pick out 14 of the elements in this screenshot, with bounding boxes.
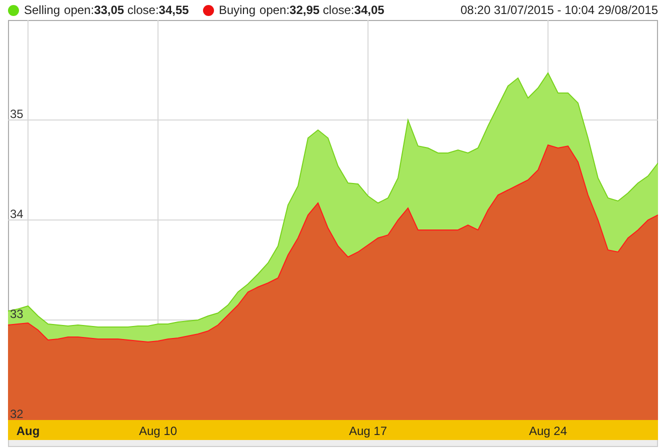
y-tick-label: 32 — [10, 407, 24, 421]
legend-values: open:33,05 close:34,55 — [64, 3, 189, 17]
y-tick-label: 35 — [10, 107, 24, 121]
y-tick-label: 33 — [10, 307, 24, 321]
series-name[interactable]: Buying — [218, 3, 256, 17]
navigator-bar[interactable] — [8, 440, 658, 447]
x-tick-label: Aug — [16, 424, 40, 438]
date-range: 08:20 31/07/2015 - 10:04 29/08/2015 — [460, 3, 658, 17]
x-tick-label: Aug 17 — [348, 424, 388, 438]
x-tick-label: Aug 10 — [138, 424, 178, 438]
x-tick-label: Aug 24 — [528, 424, 568, 438]
legend-values: open:32,95 close:34,05 — [260, 3, 384, 17]
series-name[interactable]: Selling — [24, 3, 60, 17]
y-tick-label: 34 — [10, 207, 24, 221]
